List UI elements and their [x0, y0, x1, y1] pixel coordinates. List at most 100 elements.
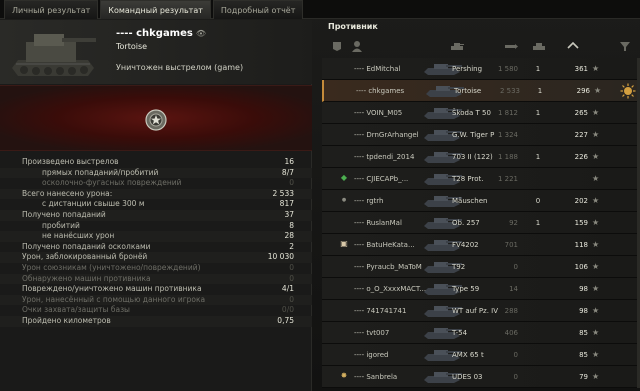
stat-row: Получено попаданий осколками 2: [0, 242, 312, 253]
achievement-band: [0, 85, 312, 151]
clan-badge-icon: ◆: [340, 173, 348, 182]
star-icon: ★: [592, 328, 600, 337]
player-name: ---- tvt007: [354, 329, 390, 337]
star-icon: ★: [592, 306, 600, 315]
player-name: ---- tpdendi_2014: [354, 153, 415, 161]
kills-value: 1: [537, 87, 543, 95]
player-name-text: ---- chkgames: [116, 28, 193, 39]
player-row[interactable]: ---- EdMitchal Pershing 1 580 1 361 ★: [322, 58, 640, 80]
damage-value: 1 324: [497, 131, 518, 139]
damage-value: 2 533: [499, 87, 520, 95]
stat-value: 16: [284, 157, 294, 166]
stat-label: Произведено выстрелов: [22, 157, 119, 166]
player-row[interactable]: ---- chkgames Tortoise 2 533 1 296 ★: [322, 80, 640, 102]
stat-row: Обнаружено машин противника 0: [0, 273, 312, 285]
stat-row: Пройдено километров 0,75: [0, 315, 312, 327]
xp-icon[interactable]: [566, 40, 580, 52]
xp-value: 226: [574, 153, 588, 161]
tab-team[interactable]: Командный результат: [100, 0, 211, 19]
star-icon: ★: [592, 350, 600, 359]
stat-label: осколочно-фугасных повреждений: [42, 178, 182, 188]
tank-name: Pershing: [452, 65, 483, 73]
player-row[interactable]: ---- igored AMX 65 t 0 85 ★: [322, 344, 640, 366]
player-name: ---- BatuHeKata...: [354, 241, 415, 249]
kills-value: 0: [535, 197, 541, 205]
stat-value: 0/0: [281, 305, 294, 315]
star-icon: ★: [592, 262, 600, 271]
xp-value: 79: [579, 373, 588, 381]
player-name: ---- EdMitchal: [354, 65, 401, 73]
tank-name: WT auf Pz. IV: [452, 307, 499, 315]
damage-value: 92: [509, 219, 518, 227]
tab-detailed[interactable]: Подробный отчёт: [212, 0, 304, 19]
tank-type-icon[interactable]: [450, 40, 464, 52]
player-row[interactable]: ● ---- rgtrh Mäuschen 0 202 ★: [322, 190, 640, 212]
kills-value: 1: [535, 153, 541, 161]
stat-value: 37: [284, 209, 294, 219]
stat-row: осколочно-фугасных повреждений 0: [0, 178, 312, 189]
stat-row: пробитий 8: [0, 221, 312, 232]
rank-icon[interactable]: [330, 40, 344, 52]
kills-value: 1: [535, 219, 541, 227]
tank-name: Type 59: [452, 285, 480, 293]
damage-icon[interactable]: [504, 40, 518, 52]
stat-label: Урон, заблокированный бронёй: [22, 252, 148, 262]
xp-value: 85: [579, 329, 588, 337]
tank-name: AMX 65 t: [452, 351, 484, 359]
stat-row: Очки захвата/защиты базы 0/0: [0, 305, 312, 316]
stat-row: Повреждено/уничтожено машин противника 4/…: [0, 284, 312, 295]
player-name: ---- Sanbrela: [354, 373, 398, 381]
stat-label: Повреждено/уничтожено машин противника: [22, 284, 202, 294]
damage-value: 0: [513, 373, 518, 381]
stat-value: 0,75: [277, 315, 294, 325]
xp-value: 202: [574, 197, 588, 205]
player-name: ---- CJIECAPb_...: [354, 175, 409, 183]
damage-value: 1 221: [497, 175, 518, 183]
stats-table: Произведено выстрелов 16 прямых попаданий/…: [0, 157, 312, 327]
stat-value: 0: [289, 178, 294, 188]
player-row[interactable]: ---- o_O_XxxxMACT... Type 59 14 98 ★: [322, 278, 640, 300]
kills-value: 1: [535, 65, 541, 73]
star-icon: ★: [594, 86, 602, 95]
enemy-list: ---- EdMitchal Pershing 1 580 1 361 ★ ---- chk…: [322, 58, 640, 388]
tab-personal[interactable]: Личный результат: [4, 0, 99, 19]
xp-value: 98: [579, 285, 588, 293]
player-name: ---- DrnGrArhangel: [354, 131, 419, 139]
stat-row: Произведено выстрелов 16: [0, 157, 312, 168]
star-icon: ★: [592, 64, 600, 73]
stat-label: Получено попаданий: [22, 209, 106, 219]
damage-value: 1 188: [497, 153, 518, 161]
stat-value: 8/7: [281, 167, 294, 177]
player-row[interactable]: ▣ ---- BatuHeKata... FV4202 701 118 ★: [322, 234, 640, 256]
stat-row: Получено попаданий 37: [0, 209, 312, 221]
player-row[interactable]: ---- tpdendi_2014 703 II (122) 1 188 1 226 ★: [322, 146, 640, 168]
stat-row: Всего нанесено урона: 2 533: [0, 188, 312, 200]
stat-row: Урон, нанесённый с помощью данного игрок…: [0, 294, 312, 306]
frags-icon[interactable]: [532, 40, 546, 52]
stat-label: Обнаружено машин противника: [22, 273, 151, 283]
damage-value: 0: [513, 351, 518, 359]
stat-value: 28: [284, 231, 294, 241]
player-row[interactable]: ---- tvt007 T-54 406 85 ★: [322, 322, 640, 344]
column-header: [322, 36, 640, 58]
player-row[interactable]: ---- 741741741 WT auf Pz. IV 288 98 ★: [322, 300, 640, 322]
player-row[interactable]: ---- VOIN_M05 Škoda T 50 1 812 1 265 ★: [322, 102, 640, 124]
personal-panel: ---- chkgames 👁 Tortoise Уничтожен выстре…: [0, 20, 312, 391]
user-icon[interactable]: [350, 40, 364, 52]
player-row[interactable]: ◆ ---- CJIECAPb_... T28 Prot. 1 221 ★: [322, 168, 640, 190]
player-name: ---- chkgames 👁: [116, 28, 206, 39]
filter-icon[interactable]: [618, 40, 632, 52]
tank-name: Tortoise: [454, 87, 482, 95]
xp-value: 296: [576, 87, 590, 95]
player-row[interactable]: ✸ ---- Sanbrela UDES 03 0 79 ★: [322, 366, 640, 388]
player-row[interactable]: ---- DrnGrArhangel G.W. Tiger P1 324 227 ★: [322, 124, 640, 146]
player-row[interactable]: ---- RuslanMal Ob. 257 92 1 159 ★: [322, 212, 640, 234]
star-icon: ★: [592, 130, 600, 139]
tank-name: T28 Prot.: [452, 175, 484, 183]
stat-value: 0: [289, 262, 294, 272]
xp-value: 106: [574, 263, 588, 271]
kills-value: 1: [535, 109, 541, 117]
player-row[interactable]: ---- Pyraucb_MaToM T92 0 106 ★: [322, 256, 640, 278]
medal-icon: [145, 109, 167, 131]
eye-icon: 👁: [195, 29, 206, 38]
